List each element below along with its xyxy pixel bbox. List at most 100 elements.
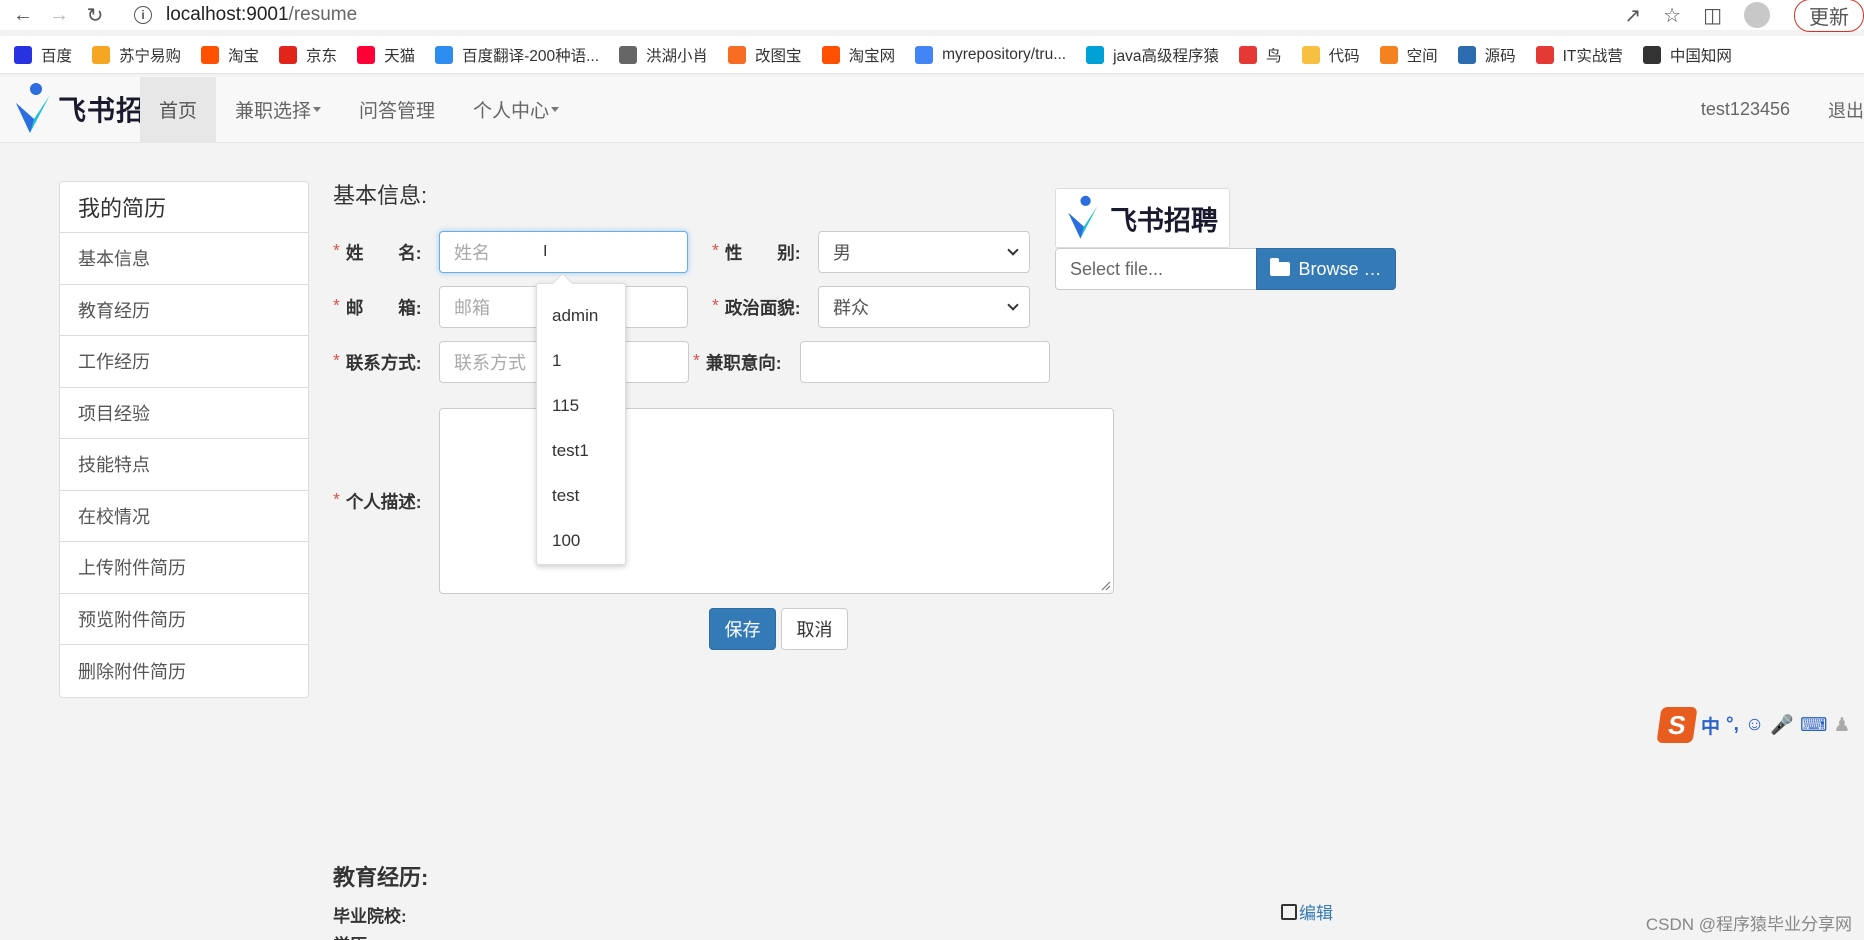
education-edit-link[interactable]: 编辑	[1281, 899, 1333, 924]
email-placeholder: 邮箱	[454, 298, 490, 318]
bookmark-favicon-icon	[915, 45, 934, 64]
file-caption-input[interactable]: Select file...	[1055, 248, 1257, 290]
sidebar-item[interactable]: 基本信息	[60, 233, 308, 285]
bookmark-item[interactable]: 淘宝网	[821, 44, 896, 66]
bookmark-star-icon[interactable]: ☆	[1663, 3, 1681, 28]
sidebar-item[interactable]: 在校情况	[60, 491, 308, 542]
bookmark-item[interactable]: 空间	[1379, 44, 1438, 66]
bookmark-label: 淘宝网	[848, 47, 896, 65]
nav-item-label: 兼职选择	[235, 101, 312, 122]
sidebar-title: 我的简历	[60, 182, 308, 233]
name-placeholder: 姓名	[454, 243, 490, 263]
autocomplete-option[interactable]: test1	[537, 428, 625, 473]
bookmark-item[interactable]: 苏宁易购	[92, 44, 181, 66]
sidebar-item[interactable]: 上传附件简历	[60, 542, 308, 594]
sidebar-item[interactable]: 工作经历	[60, 336, 308, 388]
intent-label: * 兼职意向:	[693, 350, 782, 373]
bookmark-favicon-icon	[619, 45, 638, 64]
contact-label: * 联系方式:	[333, 350, 422, 373]
sidebar-item[interactable]: 教育经历	[60, 285, 308, 336]
nav-item[interactable]: 首页	[140, 77, 217, 142]
nav-item[interactable]: 问答管理	[340, 77, 454, 142]
sogou-ime-icon[interactable]: S	[1656, 707, 1698, 743]
profile-avatar-icon[interactable]	[1744, 2, 1770, 28]
autocomplete-option[interactable]: test	[537, 473, 625, 518]
sidepanel-icon[interactable]: ◫	[1703, 3, 1722, 28]
nav-right: test123456 退出	[1663, 77, 1864, 142]
political-select[interactable]: 群众	[818, 286, 1030, 328]
caret-down-icon	[551, 107, 560, 112]
url-field[interactable]: i localhost:9001/resume	[134, 0, 1654, 30]
sidebar-item[interactable]: 项目经验	[60, 388, 308, 439]
contact-placeholder: 联系方式	[454, 353, 526, 373]
cancel-button[interactable]: 取消	[781, 608, 848, 650]
bookmark-item[interactable]: 改图宝	[728, 44, 802, 66]
bookmark-label: java高级程序猿	[1113, 47, 1220, 65]
forward-icon[interactable]: →	[41, 0, 77, 30]
bookmark-label: 淘宝	[228, 47, 260, 65]
bookmark-item[interactable]: 天猫	[357, 44, 415, 66]
gender-select[interactable]: 男	[818, 231, 1030, 273]
sidebar-item[interactable]: 技能特点	[60, 439, 308, 491]
username-link[interactable]: test123456	[1701, 99, 1790, 120]
url-host: localhost:9001	[166, 4, 289, 25]
text-cursor-icon: I	[543, 243, 548, 260]
browse-button[interactable]: Browse …	[1256, 248, 1396, 290]
chevron-down-icon	[1007, 244, 1019, 256]
bookmark-label: 百度	[41, 47, 73, 65]
nav-item-label: 个人中心	[473, 101, 550, 122]
site-info-icon[interactable]: i	[134, 6, 152, 24]
microphone-icon[interactable]: 🎤	[1770, 713, 1794, 737]
save-button[interactable]: 保存	[709, 608, 776, 650]
bookmark-item[interactable]: IT实战营	[1535, 44, 1623, 66]
back-icon[interactable]: ←	[5, 0, 41, 30]
ime-punct[interactable]: °,	[1726, 714, 1739, 736]
bookmark-favicon-icon	[92, 45, 111, 64]
bookmark-label: 中国知网	[1669, 47, 1732, 65]
nav-item-label: 首页	[159, 101, 198, 122]
bookmark-item[interactable]: 鸟	[1239, 44, 1282, 66]
sidebar-item[interactable]: 预览附件简历	[60, 594, 308, 645]
preview-logo-text: 飞书招聘	[1110, 205, 1218, 236]
logout-link[interactable]: 退出	[1828, 97, 1864, 123]
name-input[interactable]: 姓名 I	[439, 231, 688, 273]
attachment-preview: 飞书招聘	[1055, 188, 1230, 248]
bookmark-item[interactable]: 中国知网	[1642, 44, 1732, 66]
share-icon[interactable]: ↗	[1624, 3, 1641, 28]
bookmark-item[interactable]: 百度翻译-200种语...	[435, 44, 599, 66]
file-placeholder: Select file...	[1070, 258, 1164, 279]
bookmark-item[interactable]: 百度	[14, 44, 72, 66]
update-button[interactable]: 更新	[1794, 0, 1864, 32]
url-path: /resume	[288, 4, 358, 25]
ime-lang[interactable]: 中	[1701, 712, 1720, 739]
bookmark-favicon-icon	[1457, 45, 1476, 64]
bookmark-label: 苏宁易购	[119, 47, 182, 65]
ime-toolbar: S 中 °, ☺ 🎤 ⌨ ♟	[1656, 706, 1850, 744]
autocomplete-option[interactable]: 100	[537, 518, 625, 563]
gender-value: 男	[833, 243, 851, 263]
bookmark-label: 京东	[306, 47, 338, 65]
bookmark-favicon-icon	[821, 45, 840, 64]
emoji-icon[interactable]: ☺	[1745, 714, 1764, 736]
reload-icon[interactable]: ↻	[77, 0, 113, 30]
autocomplete-option[interactable]: admin	[537, 293, 625, 338]
bookmark-label: 空间	[1406, 47, 1438, 65]
political-value: 群众	[833, 298, 869, 318]
intent-input[interactable]	[800, 341, 1050, 383]
bookmark-item[interactable]: 淘宝	[201, 44, 259, 66]
autocomplete-option[interactable]: 1	[537, 338, 625, 383]
bookmark-item[interactable]: 代码	[1301, 44, 1360, 66]
email-label: * 邮 箱:	[333, 295, 422, 318]
autocomplete-option[interactable]: 115	[537, 383, 625, 428]
bookmark-item[interactable]: 洪湖小肖	[619, 44, 708, 66]
bookmark-item[interactable]: myrepository/tru...	[915, 45, 1066, 64]
bookmark-item[interactable]: 源码	[1457, 44, 1516, 66]
nav-item[interactable]: 兼职选择	[216, 77, 340, 142]
bookmark-item[interactable]: java高级程序猿	[1086, 44, 1219, 66]
sidebar-item[interactable]: 删除附件简历	[60, 645, 308, 697]
bookmark-item[interactable]: 京东	[279, 44, 337, 66]
resize-handle-icon[interactable]	[1101, 581, 1111, 591]
nav-item[interactable]: 个人中心	[454, 77, 578, 142]
user-icon[interactable]: ♟	[1833, 714, 1850, 737]
keyboard-icon[interactable]: ⌨	[1800, 714, 1827, 737]
